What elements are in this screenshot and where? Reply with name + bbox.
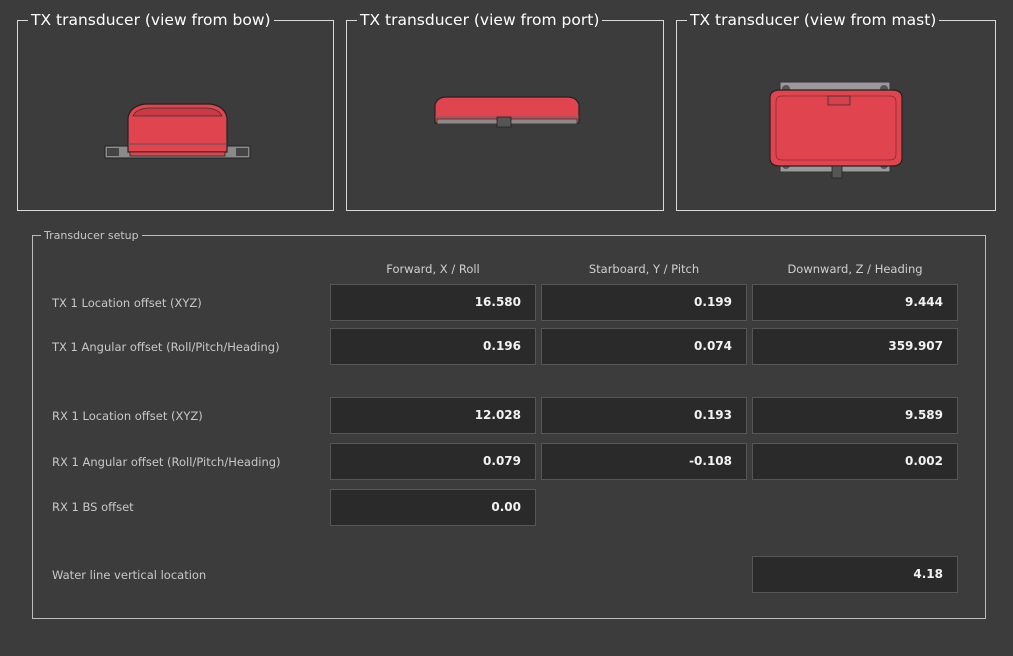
rx1-bs-offset-field[interactable]: 0.00 (330, 489, 536, 526)
transducer-port-image (434, 96, 580, 128)
waterline-label: Water line vertical location (52, 568, 207, 582)
view-from-port-title: TX transducer (view from port) (357, 10, 603, 30)
transducer-mast-image (769, 81, 903, 179)
rx1-angular-pitch-field[interactable]: -0.108 (541, 443, 747, 480)
rx1-angular-roll-field[interactable]: 0.079 (330, 443, 536, 480)
view-from-mast-panel: TX transducer (view from mast) (676, 10, 996, 211)
rx1-location-y-field[interactable]: 0.193 (541, 397, 747, 434)
tx1-location-y-field[interactable]: 0.199 (541, 284, 747, 321)
rx1-angular-heading-field[interactable]: 0.002 (752, 443, 958, 480)
tx1-angular-label: TX 1 Angular offset (Roll/Pitch/Heading) (52, 340, 280, 354)
transducer-bow-image (104, 103, 251, 159)
view-from-port-panel: TX transducer (view from port) (346, 10, 664, 211)
column-header-z-heading: Downward, Z / Heading (787, 262, 923, 276)
rx1-location-label: RX 1 Location offset (XYZ) (52, 409, 203, 423)
view-from-bow-panel: TX transducer (view from bow) (17, 10, 334, 211)
view-from-bow-title: TX transducer (view from bow) (28, 10, 274, 30)
rx1-bs-offset-label: RX 1 BS offset (52, 500, 134, 514)
column-header-y-pitch: Starboard, Y / Pitch (588, 262, 700, 276)
tx1-angular-roll-field[interactable]: 0.196 (330, 328, 536, 365)
rx1-angular-label: RX 1 Angular offset (Roll/Pitch/Heading) (52, 455, 281, 469)
tx1-location-z-field[interactable]: 9.444 (752, 284, 958, 321)
view-from-mast-title: TX transducer (view from mast) (687, 10, 940, 30)
transducer-setup-title: Transducer setup (41, 228, 142, 243)
tx1-location-x-field[interactable]: 16.580 (330, 284, 536, 321)
tx1-angular-heading-field[interactable]: 359.907 (752, 328, 958, 365)
rx1-location-x-field[interactable]: 12.028 (330, 397, 536, 434)
tx1-angular-pitch-field[interactable]: 0.074 (541, 328, 747, 365)
waterline-field[interactable]: 4.18 (752, 556, 958, 593)
column-header-x-roll: Forward, X / Roll (386, 262, 480, 276)
tx1-location-label: TX 1 Location offset (XYZ) (52, 296, 202, 310)
rx1-location-z-field[interactable]: 9.589 (752, 397, 958, 434)
